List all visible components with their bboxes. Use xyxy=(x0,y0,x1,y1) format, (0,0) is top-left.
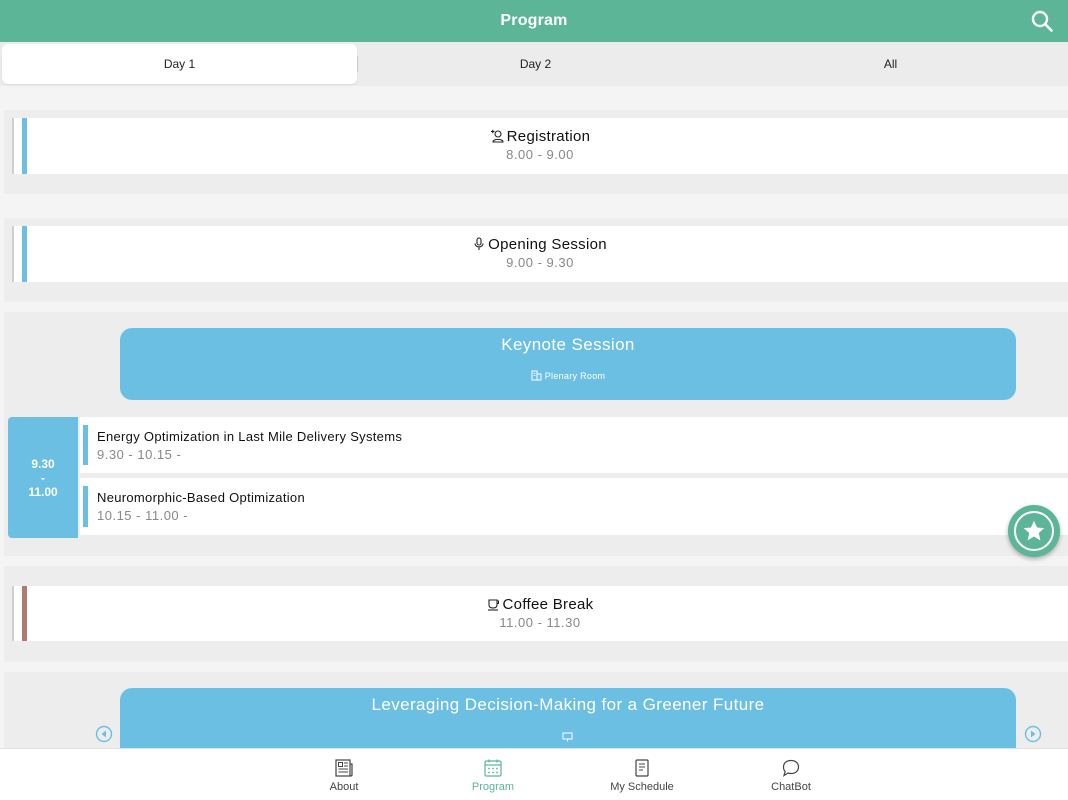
nav-label: Program xyxy=(471,781,515,793)
document-icon xyxy=(635,759,649,777)
nav-label: About xyxy=(329,781,359,793)
tab-day-1[interactable]: Day 1 xyxy=(2,44,357,84)
favorites-button-ring xyxy=(1014,511,1054,551)
talk-item[interactable]: Energy Optimization in Last Mile Deliver… xyxy=(80,417,1068,473)
registration-time: 8.00 - 9.00 xyxy=(506,147,574,162)
scroll-right-icon[interactable] xyxy=(1024,725,1042,743)
registration-block: Registration 8.00 - 9.00 xyxy=(4,110,1068,194)
coffee-time: 11.00 - 11.30 xyxy=(499,615,581,630)
session-title: Opening Session xyxy=(12,236,1068,253)
day-tabs: Day 1 Day 2 All xyxy=(0,42,1068,86)
talk-title: Neuromorphic-Based Optimization xyxy=(97,490,305,505)
session-color-bar xyxy=(22,118,27,174)
app-header: Program xyxy=(0,0,1068,42)
bottom-nav: About Program My Schedule ChatBot xyxy=(0,748,1068,800)
nav-chatbot[interactable]: ChatBot xyxy=(741,749,841,800)
talk-title: Energy Optimization in Last Mile Deliver… xyxy=(97,429,403,444)
talk-item[interactable]: Neuromorphic-Based Optimization 10.15 - … xyxy=(80,478,1068,535)
nav-label: ChatBot xyxy=(771,781,811,793)
person-add-icon xyxy=(490,129,504,143)
keynote-time-block: 9.30 - 11.00 xyxy=(8,417,78,538)
keynote-header[interactable]: Keynote Session Plenary Room xyxy=(120,328,1016,400)
nav-program[interactable]: Program xyxy=(443,749,543,800)
scroll-left-icon[interactable] xyxy=(95,725,113,743)
greener-header[interactable]: Leveraging Decision-Making for a Greener… xyxy=(120,688,1016,748)
talk-time: 9.30 - 10.15 - xyxy=(97,447,182,462)
tab-day-2[interactable]: Day 2 xyxy=(358,44,713,84)
coffee-cup-icon xyxy=(487,599,499,611)
opening-card[interactable]: Opening Session 9.00 - 9.30 xyxy=(12,226,1068,282)
registration-card[interactable]: Registration 8.00 - 9.00 xyxy=(12,118,1068,174)
keynote-room: Plenary Room xyxy=(120,370,1016,381)
session-title: Coffee Break xyxy=(12,596,1068,613)
app-root: Program Day 1 Day 2 All Registration 8.0… xyxy=(0,0,1068,800)
card-edge xyxy=(12,586,14,641)
break-color-bar xyxy=(22,586,27,641)
nav-label: My Schedule xyxy=(610,781,674,793)
tab-all[interactable]: All xyxy=(713,44,1068,84)
registration-title: Registration xyxy=(506,128,591,145)
building-icon xyxy=(531,370,542,381)
chat-bubble-icon xyxy=(782,759,800,777)
coffee-block: Coffee Break 11.00 - 11.30 xyxy=(4,566,1068,662)
star-icon xyxy=(1023,520,1045,541)
presentation-icon xyxy=(562,732,573,742)
page-title: Program xyxy=(500,12,568,29)
keynote-room-name: Plenary Room xyxy=(544,371,606,381)
greener-block: Leveraging Decision-Making for a Greener… xyxy=(4,672,1068,748)
favorites-button[interactable] xyxy=(1008,505,1060,557)
card-edge xyxy=(12,226,14,282)
talk-time: 10.15 - 11.00 - xyxy=(97,508,189,523)
time-end: 11.00 xyxy=(28,485,58,499)
coffee-title: Coffee Break xyxy=(502,596,594,613)
search-icon[interactable] xyxy=(1030,9,1054,33)
coffee-card[interactable]: Coffee Break 11.00 - 11.30 xyxy=(12,586,1068,641)
microphone-icon xyxy=(474,237,484,250)
nav-my-schedule[interactable]: My Schedule xyxy=(592,749,692,800)
card-edge xyxy=(12,118,14,174)
keynote-block: Keynote Session Plenary Room 9.30 - 11.0… xyxy=(4,312,1068,556)
talk-color-bar xyxy=(83,425,88,465)
session-title: Registration xyxy=(12,128,1068,145)
keynote-title: Keynote Session xyxy=(501,335,635,354)
greener-title: Leveraging Decision-Making for a Greener… xyxy=(371,695,765,714)
nav-about[interactable]: About xyxy=(294,749,394,800)
session-color-bar xyxy=(22,226,27,282)
time-start: 9.30 xyxy=(31,457,55,471)
opening-time: 9.00 - 9.30 xyxy=(506,255,574,270)
program-list: Registration 8.00 - 9.00 Opening Session… xyxy=(0,86,1068,748)
newspaper-icon xyxy=(335,759,353,777)
calendar-icon xyxy=(484,759,502,777)
opening-title: Opening Session xyxy=(488,236,607,253)
time-dash: - xyxy=(41,471,45,485)
opening-block: Opening Session 9.00 - 9.30 xyxy=(4,218,1068,302)
talk-color-bar xyxy=(83,486,88,527)
